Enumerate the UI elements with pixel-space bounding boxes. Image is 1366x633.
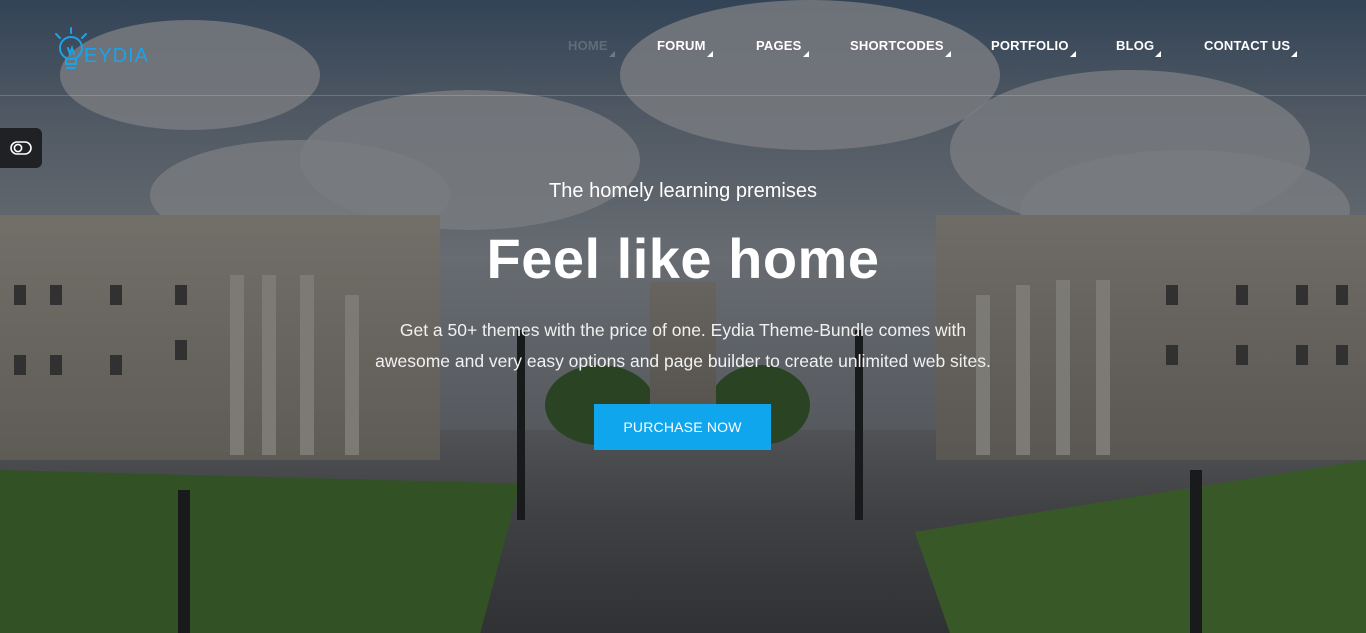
dropdown-caret-icon bbox=[944, 51, 951, 57]
dropdown-caret-icon bbox=[802, 51, 809, 57]
dropdown-caret-icon bbox=[706, 51, 713, 57]
nav-item-label: SHORTCODES bbox=[850, 38, 944, 53]
side-panel-toggle-button[interactable] bbox=[0, 128, 42, 168]
nav-item-forum[interactable]: FORUM bbox=[657, 38, 713, 57]
site-header: EYDIA HOME FORUM PAGES SHORTCODES PORTFO… bbox=[0, 0, 1366, 96]
dropdown-caret-icon bbox=[1069, 51, 1076, 57]
dropdown-caret-icon bbox=[608, 51, 615, 57]
hero-title: Feel like home bbox=[486, 227, 880, 290]
nav-item-contact-us[interactable]: CONTACT US bbox=[1204, 38, 1298, 57]
nav-item-portfolio[interactable]: PORTFOLIO bbox=[991, 38, 1076, 57]
dropdown-caret-icon bbox=[1291, 51, 1298, 57]
main-navigation: HOME FORUM PAGES SHORTCODES PORTFOLIO BL… bbox=[0, 38, 1366, 58]
nav-item-home[interactable]: HOME bbox=[568, 38, 615, 57]
purchase-now-button[interactable]: PURCHASE NOW bbox=[594, 404, 771, 450]
toggle-icon bbox=[10, 141, 32, 155]
nav-item-label: BLOG bbox=[1116, 38, 1155, 53]
hero-subtitle: The homely learning premises bbox=[549, 180, 817, 202]
nav-item-label: PAGES bbox=[756, 38, 802, 53]
nav-item-pages[interactable]: PAGES bbox=[756, 38, 809, 57]
hero-description: Get a 50+ themes with the price of one. … bbox=[333, 315, 1033, 377]
nav-item-label: PORTFOLIO bbox=[991, 38, 1069, 53]
nav-item-blog[interactable]: BLOG bbox=[1116, 38, 1162, 57]
hero-description-line: awesome and very easy options and page b… bbox=[375, 351, 991, 371]
hero-description-line: Get a 50+ themes with the price of one. … bbox=[399, 320, 967, 340]
nav-item-label: CONTACT US bbox=[1204, 38, 1291, 53]
dropdown-caret-icon bbox=[1155, 51, 1162, 57]
nav-item-shortcodes[interactable]: SHORTCODES bbox=[850, 38, 951, 57]
nav-item-label: FORUM bbox=[657, 38, 706, 53]
nav-item-label: HOME bbox=[568, 38, 608, 53]
